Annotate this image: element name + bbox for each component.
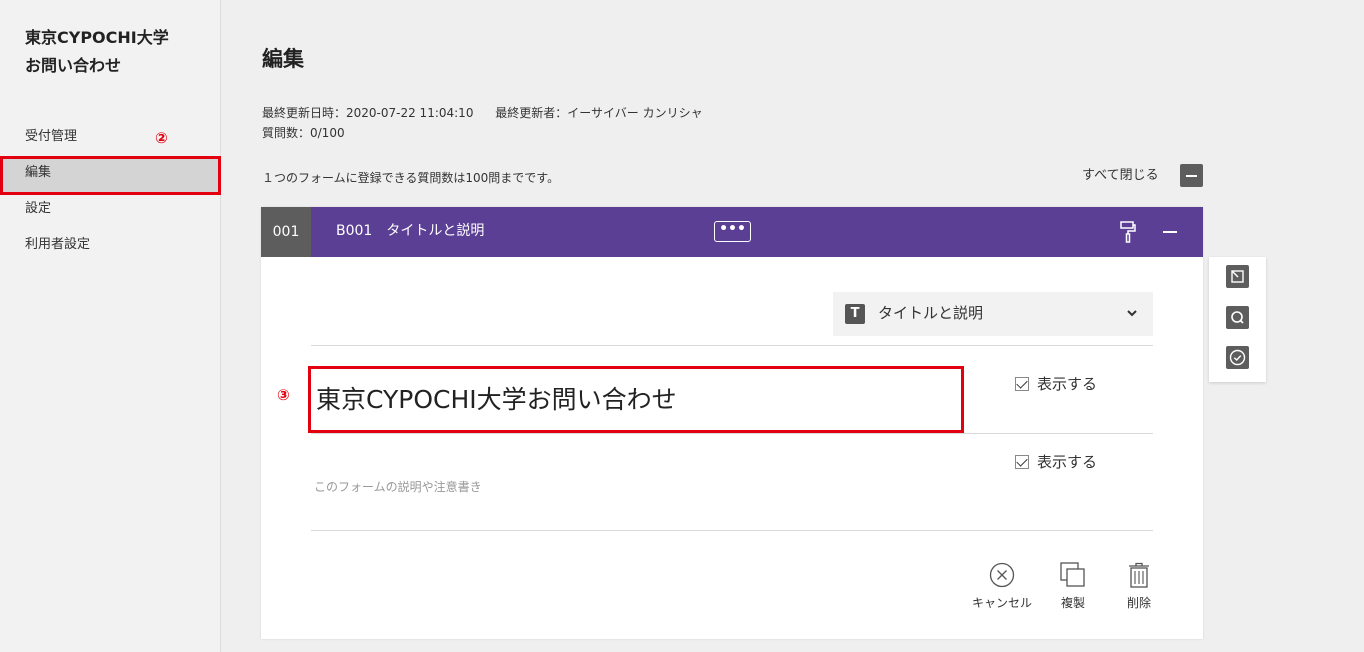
sidebar-item-edit[interactable]: 編集 xyxy=(25,163,51,183)
collapse-icon[interactable] xyxy=(1163,231,1177,233)
question-count: 質問数：0/100 xyxy=(262,126,345,140)
show-description-checkbox[interactable]: 表示する xyxy=(1015,451,1097,472)
app-title-line1: 東京CYPOCHI大学 xyxy=(25,28,169,47)
divider xyxy=(311,530,1153,531)
question-type-select[interactable]: T タイトルと説明 xyxy=(833,292,1153,336)
text-type-icon: T xyxy=(845,304,865,324)
paint-roller-icon[interactable] xyxy=(1120,221,1136,243)
question-number: 001 xyxy=(261,207,311,257)
delete-button[interactable]: 削除 xyxy=(1123,562,1155,611)
card-header[interactable]: 001 B001 タイトルと説明 ••• xyxy=(261,207,1203,257)
more-options-button[interactable]: ••• xyxy=(714,221,751,242)
question-card: 001 B001 タイトルと説明 ••• T タイトルと説明 東京CYPOCHI… xyxy=(261,207,1203,639)
update-info: 最終更新日時：2020-07-22 11:04:10 最終更新者：イーサイバー … xyxy=(262,104,721,121)
cancel-circle-icon xyxy=(989,562,1015,588)
question-type-label: タイトルと説明 xyxy=(878,304,984,322)
question-limit-hint: １つのフォームに登録できる質問数は100問までです。 xyxy=(262,171,560,185)
show-description-label: 表示する xyxy=(1037,453,1098,471)
divider xyxy=(311,345,1153,346)
question-header-title: B001 タイトルと説明 xyxy=(336,223,485,239)
check-circle-icon[interactable] xyxy=(1226,346,1249,369)
show-title-label: 表示する xyxy=(1037,375,1098,393)
sidebar-item-settings[interactable]: 設定 xyxy=(25,199,51,219)
sidebar-item-user-settings[interactable]: 利用者設定 xyxy=(25,235,90,255)
cancel-label: キャンセル xyxy=(971,596,1032,610)
checkbox-checked-icon xyxy=(1015,377,1029,391)
marker-2: ② xyxy=(155,129,168,147)
page-title: 編集 xyxy=(262,47,304,71)
chevron-down-icon xyxy=(1127,310,1137,317)
close-all-link[interactable]: すべて閉じる xyxy=(1082,164,1159,183)
marker-3: ③ xyxy=(277,386,290,404)
app-title-line2: お問い合わせ xyxy=(25,56,122,75)
last-updater: 最終更新者：イーサイバー カンリシャ xyxy=(495,106,703,120)
collapse-all-button[interactable] xyxy=(1180,164,1203,187)
divider xyxy=(311,433,1153,434)
search-icon[interactable] xyxy=(1226,306,1249,329)
cancel-button[interactable]: キャンセル xyxy=(969,562,1035,611)
last-updated: 最終更新日時：2020-07-22 11:04:10 xyxy=(262,106,474,120)
duplicate-label: 複製 xyxy=(1060,596,1085,610)
copy-icon xyxy=(1060,562,1085,587)
form-description-input[interactable]: このフォームの説明や注意書き xyxy=(314,478,482,495)
duplicate-button[interactable]: 複製 xyxy=(1055,562,1091,611)
tab-icon[interactable] xyxy=(1226,265,1249,288)
checkbox-checked-icon xyxy=(1015,455,1029,469)
trash-icon xyxy=(1129,562,1149,588)
show-title-checkbox[interactable]: 表示する xyxy=(1015,373,1097,394)
app-title: 東京CYPOCHI大学 お問い合わせ xyxy=(25,24,215,80)
sidebar: 東京CYPOCHI大学 お問い合わせ 受付管理 編集 設定 利用者設定 ② xyxy=(0,0,221,652)
side-tool-palette xyxy=(1209,257,1266,382)
form-title-input[interactable]: 東京CYPOCHI大学お問い合わせ xyxy=(316,380,677,416)
delete-label: 削除 xyxy=(1126,596,1151,610)
sidebar-item-reception[interactable]: 受付管理 xyxy=(25,127,77,147)
